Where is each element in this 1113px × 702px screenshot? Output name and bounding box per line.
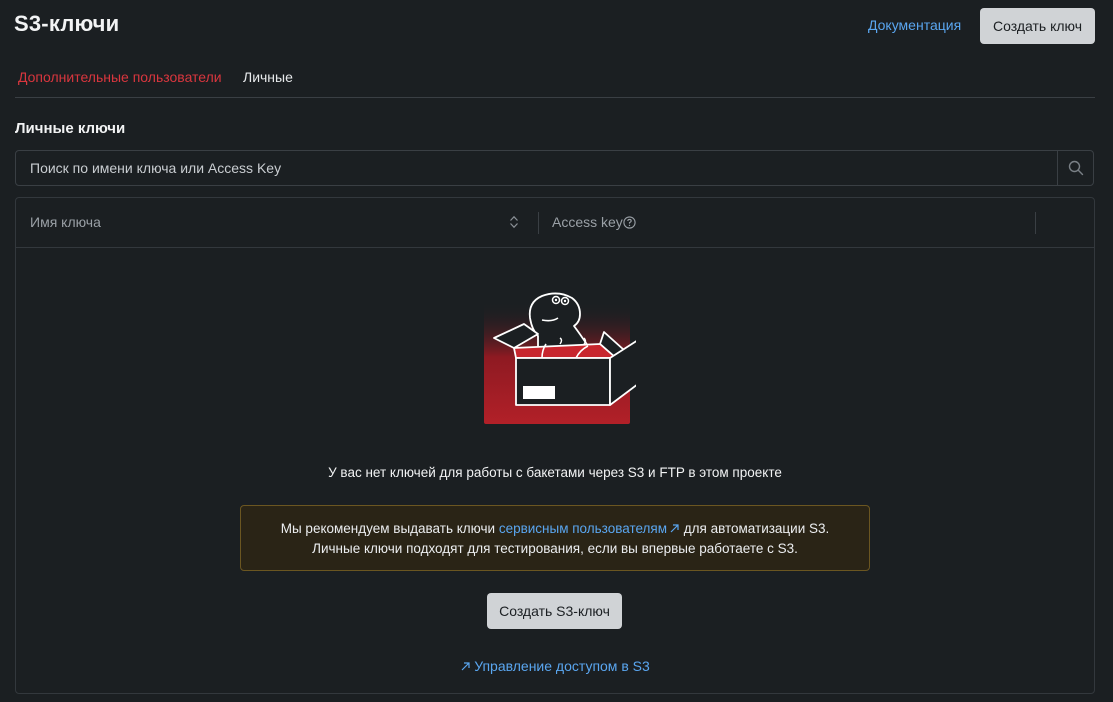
search-input[interactable] xyxy=(16,151,1058,185)
help-circle-icon[interactable] xyxy=(623,216,636,229)
keys-table: Имя ключа Access key У вас нет ключей дл… xyxy=(15,197,1095,694)
s3-access-management-label: Управление доступом в S3 xyxy=(474,658,650,674)
service-users-link-label: сервисным пользователям xyxy=(498,521,668,536)
create-key-button[interactable]: Создать ключ xyxy=(980,8,1095,44)
page-title: S3-ключи xyxy=(14,11,120,36)
empty-state-message: У вас нет ключей для работы с бакетами ч… xyxy=(328,465,782,480)
empty-box-dinosaur-illustration xyxy=(484,292,636,424)
notice-text-prefix: Мы рекомендуем выдавать ключи xyxy=(280,521,499,536)
s3-access-management-link[interactable]: Управление доступом в S3 xyxy=(16,658,1094,674)
table-header: Имя ключа Access key xyxy=(16,198,1094,248)
search-bar xyxy=(15,150,1094,186)
header: S3-ключи Документация Создать ключ xyxy=(0,0,1113,52)
column-divider xyxy=(1035,212,1036,234)
search-icon xyxy=(1068,160,1083,176)
column-header-key-name: Имя ключа xyxy=(30,214,101,230)
tab-additional-users[interactable]: Дополнительные пользователи xyxy=(18,69,222,85)
recommendation-notice: Мы рекомендуем выдавать ключи сервисным … xyxy=(240,505,870,571)
tabs: Дополнительные пользователи Личные xyxy=(15,62,1095,98)
column-header-access-key: Access key xyxy=(552,214,623,230)
documentation-link[interactable]: Документация xyxy=(868,17,961,33)
tab-personal[interactable]: Личные xyxy=(243,69,293,85)
column-divider xyxy=(538,212,539,234)
external-link-icon xyxy=(461,662,470,671)
sort-icon[interactable] xyxy=(509,215,519,229)
section-title: Личные ключи xyxy=(15,120,126,137)
external-link-icon xyxy=(670,524,679,533)
create-s3-key-button[interactable]: Создать S3-ключ xyxy=(487,593,622,629)
service-users-link[interactable]: сервисным пользователям xyxy=(499,521,680,536)
search-button[interactable] xyxy=(1057,151,1093,185)
